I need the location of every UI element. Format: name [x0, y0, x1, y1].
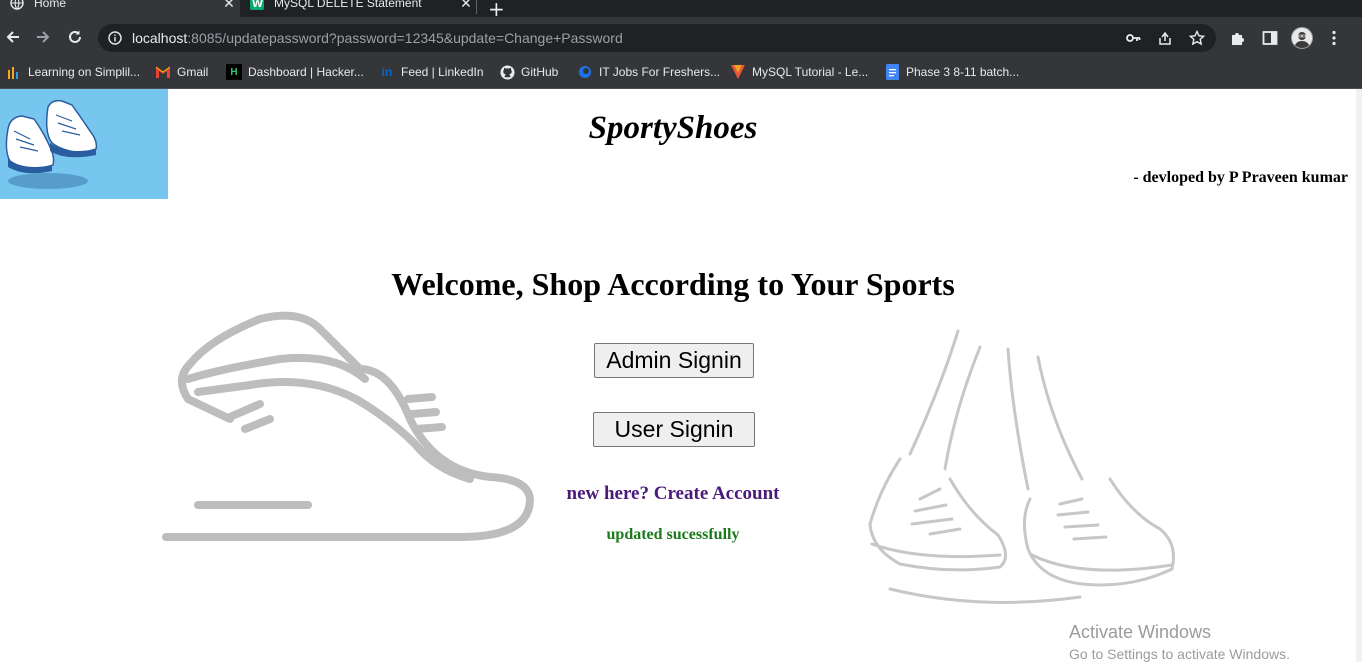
create-account-link[interactable]: new here? Create Account [0, 483, 1346, 505]
walking-legs-sketch [860, 329, 1190, 634]
hackerrank-icon: H [226, 64, 242, 80]
watermark-line-1: Activate Windows [1069, 622, 1212, 642]
reload-icon[interactable] [63, 25, 87, 49]
bookmark-label: IT Jobs For Freshers... [599, 65, 721, 79]
bookmark-it-jobs[interactable]: IT Jobs For Freshers... [577, 63, 720, 81]
url-host: localhost [132, 30, 188, 46]
globe-icon [10, 0, 24, 10]
bookmark-label: Feed | LinkedIn [401, 65, 484, 79]
extensions-puzzle-icon[interactable] [1229, 29, 1247, 47]
bookmark-phase3-doc[interactable]: Phase 3 8-11 batch... [884, 63, 1019, 81]
page-content: SportyShoes - devloped by P Praveen kuma… [0, 89, 1356, 662]
tab-title: Home [34, 0, 67, 10]
tab-title: MySQL DELETE Statement [274, 0, 422, 10]
key-icon[interactable] [1125, 30, 1141, 46]
bookmark-label: Learning on Simplil... [28, 65, 141, 79]
brand-title: SportyShoes [588, 110, 758, 146]
mysql-tutorial-icon [730, 64, 746, 80]
tab-home[interactable]: Home ✕ [0, 0, 240, 17]
close-tab-icon[interactable]: ✕ [218, 0, 240, 12]
address-bar[interactable]: localhost:8085/updatepassword?password=1… [98, 24, 1216, 52]
bookmark-label: Phase 3 8-11 batch... [906, 65, 1020, 79]
bookmark-label: GitHub [521, 65, 559, 79]
bookmark-hackerrank[interactable]: H Dashboard | Hacker... [226, 63, 364, 81]
bookmark-star-icon[interactable] [1189, 30, 1205, 46]
url-path: :8085/updatepassword?password=12345&upda… [187, 30, 623, 46]
site-info-icon[interactable] [108, 31, 122, 45]
bookmark-simplilearn[interactable]: Learning on Simplil... [6, 63, 140, 81]
admin-signin-button[interactable]: Admin Signin [594, 343, 754, 378]
back-arrow-icon[interactable] [1, 25, 25, 49]
bookmark-label: Gmail [177, 65, 209, 79]
watermark-line-2: Go to Settings to activate Windows. [1069, 646, 1290, 662]
menu-kebab-icon[interactable] [1325, 29, 1343, 47]
bookmark-github[interactable]: GitHub [499, 63, 558, 81]
tab-mysql-delete[interactable]: W MySQL DELETE Statement ✕ [240, 0, 477, 17]
close-tab-icon[interactable]: ✕ [455, 0, 477, 12]
developer-credit: - devloped by P Praveen kumar [1133, 169, 1348, 186]
bookmark-label: Dashboard | Hacker... [248, 65, 364, 79]
running-shoe-illustration [160, 309, 540, 554]
forward-arrow-icon[interactable] [31, 25, 55, 49]
browser-toolbar: localhost:8085/updatepassword?password=1… [0, 17, 1362, 57]
new-tab-icon[interactable]: + [488, 0, 505, 17]
simplilearn-icon [6, 64, 22, 80]
bookmark-linkedin[interactable]: in Feed | LinkedIn [379, 63, 484, 81]
bookmark-label: MySQL Tutorial - Le... [752, 65, 869, 79]
status-message: updated sucessfully [606, 526, 740, 543]
windows-activation-watermark: Activate Windows Go to Settings to activ… [1069, 622, 1290, 662]
user-signin-button[interactable]: User Signin [593, 412, 755, 447]
svg-text:W: W [252, 0, 263, 10]
scrollbar-track[interactable] [1356, 89, 1362, 662]
w3schools-icon: W [250, 0, 264, 10]
google-docs-icon [884, 64, 900, 80]
it-jobs-icon [577, 64, 593, 80]
url-text[interactable]: localhost:8085/updatepassword?password=1… [132, 30, 623, 46]
share-icon[interactable] [1157, 30, 1173, 46]
profile-avatar[interactable] [1291, 27, 1313, 49]
bookmark-mysql-tutorial[interactable]: MySQL Tutorial - Le... [730, 63, 868, 81]
bookmarks-bar: Learning on Simplil... Gmail H Dashboard … [0, 57, 1362, 89]
welcome-heading: Welcome, Shop According to Your Sports [391, 266, 955, 302]
tab-divider [476, 0, 477, 14]
tab-strip: Home ✕ W MySQL DELETE Statement ✕ + [0, 0, 1362, 17]
side-panel-icon[interactable] [1261, 29, 1279, 47]
github-icon [499, 64, 515, 80]
gmail-icon [155, 64, 171, 80]
bookmark-gmail[interactable]: Gmail [155, 63, 208, 81]
linkedin-icon: in [381, 65, 393, 79]
